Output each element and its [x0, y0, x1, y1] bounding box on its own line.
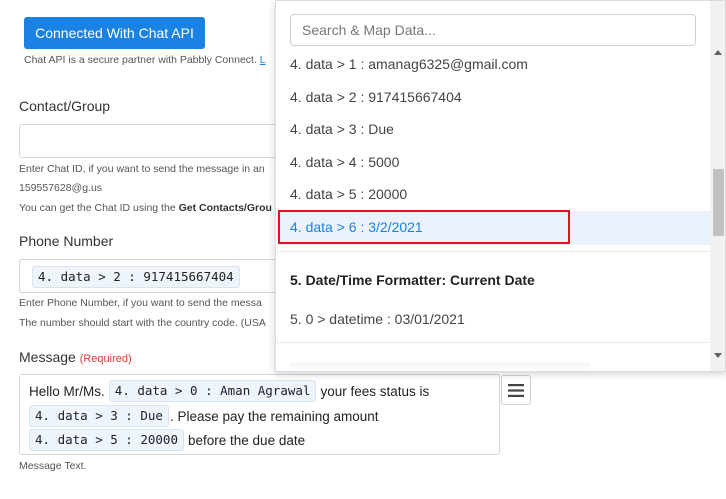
- contact-group-input[interactable]: [19, 124, 281, 158]
- message-line-1: Hello Mr/Ms. 4. data > 0 : Aman Agrawal …: [29, 380, 429, 402]
- phone-help-1: Enter Phone Number, if you want to send …: [19, 297, 262, 309]
- connected-chat-api-button[interactable]: Connected With Chat API: [24, 17, 205, 49]
- learn-more-link[interactable]: L: [260, 54, 266, 66]
- datetime-formatter-section-title: 5. Date/Time Formatter: Current Date: [290, 272, 535, 288]
- scroll-up-arrow-icon[interactable]: [714, 50, 722, 55]
- search-map-data-input[interactable]: [290, 14, 696, 46]
- section-divider-2: [277, 342, 710, 343]
- phone-number-input[interactable]: 4. data > 2 : 917415667404: [19, 259, 281, 293]
- dropdown-option-data-2[interactable]: 4. data > 2 : 917415667404: [290, 89, 462, 105]
- phone-mapped-chip[interactable]: 4. data > 2 : 917415667404: [32, 266, 240, 288]
- contact-group-label: Contact/Group: [19, 98, 111, 114]
- phone-help-2: The number should start with the country…: [19, 317, 266, 329]
- scroll-down-arrow-icon[interactable]: [714, 353, 722, 358]
- dropdown-option-data-1[interactable]: 4. data > 1 : amanag6325@gmail.com: [290, 56, 528, 72]
- get-contacts-reference: Get Contacts/Grou: [178, 202, 272, 214]
- message-textarea[interactable]: Hello Mr/Ms. 4. data > 0 : Aman Agrawal …: [19, 374, 500, 455]
- dropdown-option-datetime[interactable]: 5. 0 > datetime : 03/01/2021: [290, 311, 465, 327]
- dropdown-option-data-5[interactable]: 4. data > 5 : 20000: [290, 186, 407, 202]
- dropdown-option-data-4[interactable]: 4. data > 4 : 5000: [290, 154, 399, 170]
- map-data-dropdown: 4. data > 1 : amanag6325@gmail.com 4. da…: [275, 0, 726, 372]
- contact-help-3: You can get the Chat ID using the Get Co…: [19, 202, 272, 214]
- message-label: Message (Required): [19, 349, 132, 365]
- message-chip-status[interactable]: 4. data > 3 : Due: [29, 405, 169, 427]
- message-chip-name[interactable]: 4. data > 0 : Aman Agrawal: [108, 380, 317, 402]
- message-line-3: 4. data > 5 : 20000 before the due date: [29, 429, 305, 451]
- message-line-2: 4. data > 3 : Due . Please pay the remai…: [29, 405, 379, 427]
- highlight-annotation-box: [278, 210, 570, 244]
- section-divider: [277, 251, 710, 252]
- contact-help-2: 159557628@g.us: [19, 182, 103, 194]
- hamburger-icon: [508, 383, 524, 397]
- message-chip-amount[interactable]: 4. data > 5 : 20000: [29, 429, 184, 451]
- phone-number-label: Phone Number: [19, 233, 114, 249]
- dropdown-scrollbar[interactable]: [710, 1, 725, 371]
- message-help: Message Text.: [19, 460, 87, 472]
- api-partner-note: Chat API is a secure partner with Pabbly…: [24, 54, 266, 66]
- next-section-faded: [290, 362, 590, 371]
- dropdown-option-data-3[interactable]: 4. data > 3 : Due: [290, 121, 394, 137]
- required-indicator: (Required): [79, 353, 132, 365]
- scrollbar-thumb[interactable]: [713, 169, 724, 236]
- insert-data-menu-button[interactable]: [501, 375, 531, 405]
- contact-help-1: Enter Chat ID, if you want to send the m…: [19, 163, 265, 175]
